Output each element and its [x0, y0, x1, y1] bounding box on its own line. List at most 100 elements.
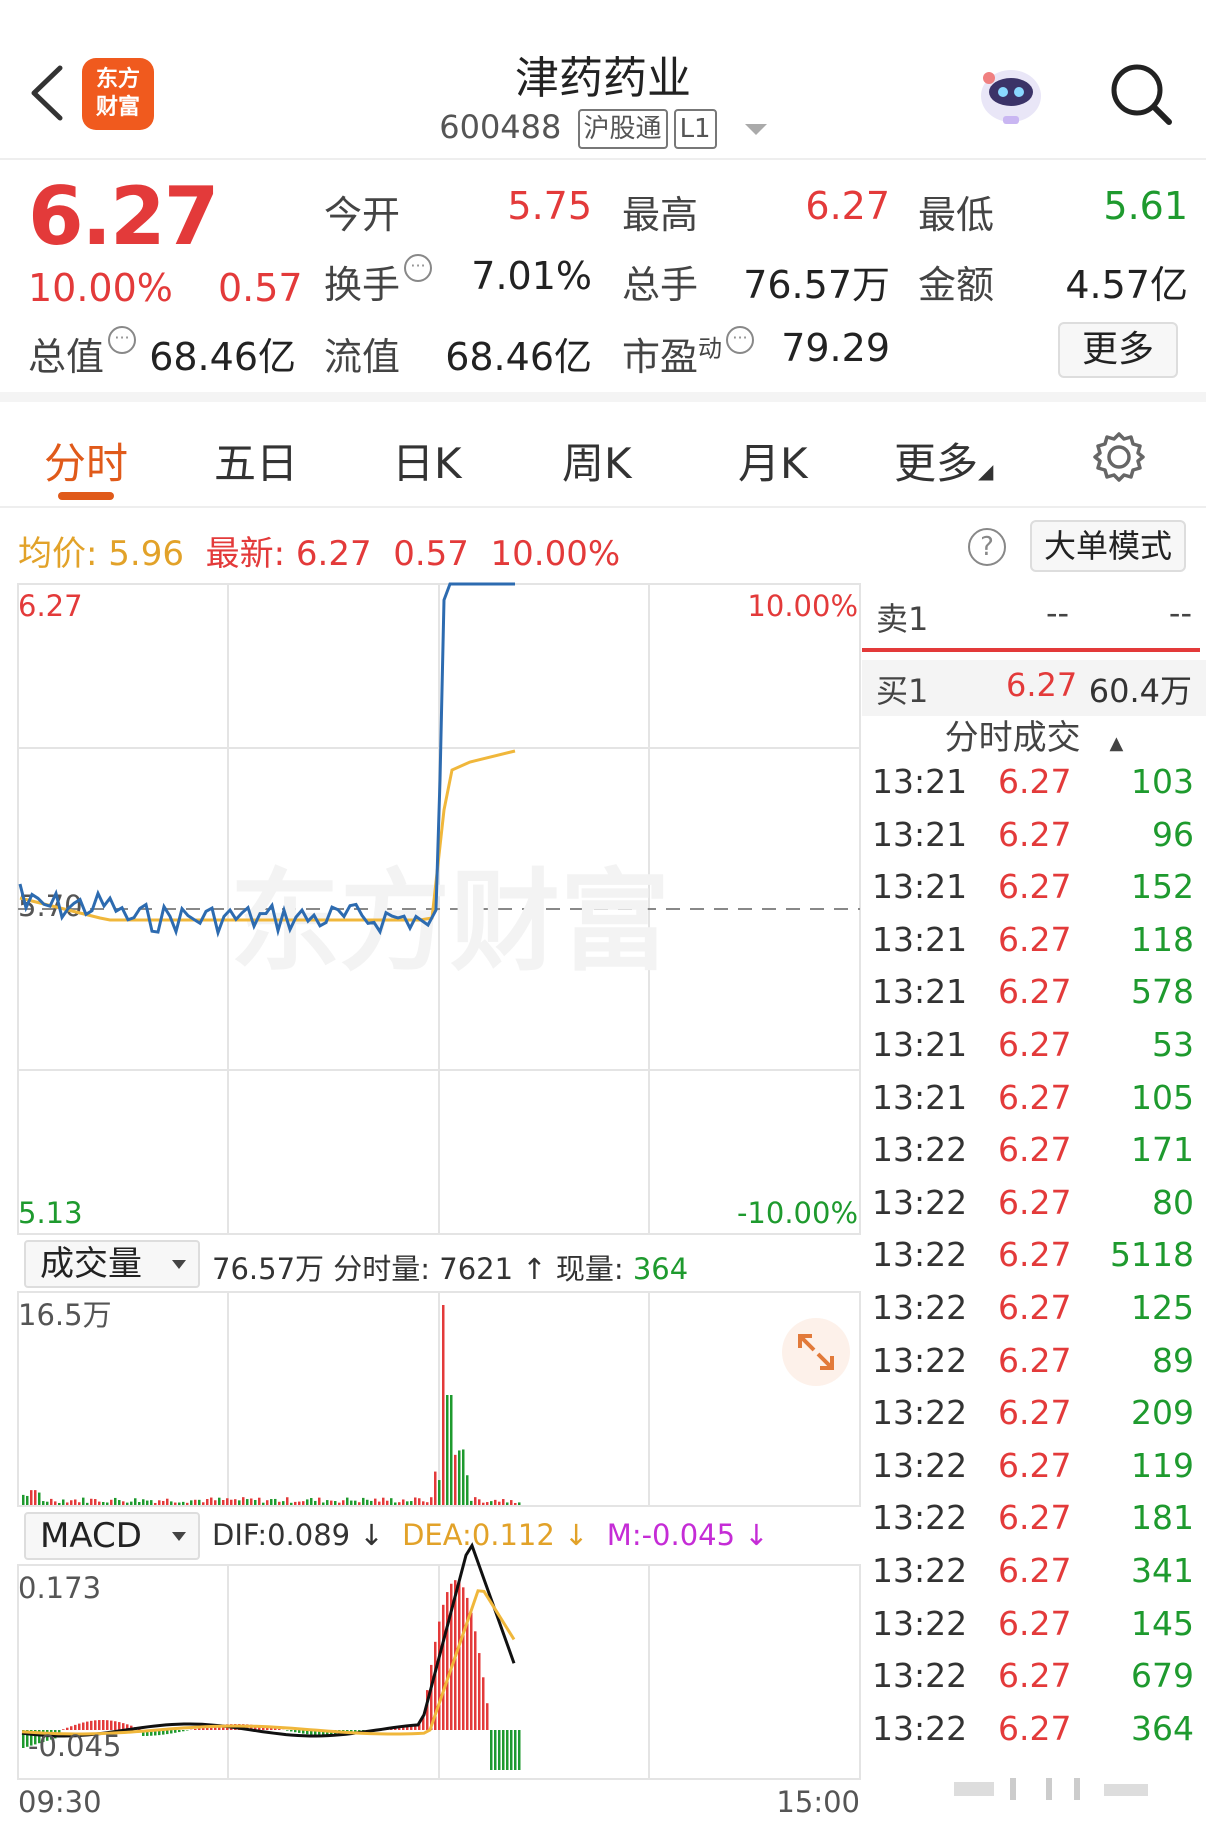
buy1-row[interactable]: 买1 6.27 60.4万 — [862, 660, 1206, 716]
time-axis-end: 15:00 — [776, 1785, 860, 1819]
volume-bar — [242, 1497, 245, 1505]
volume-bar — [254, 1499, 257, 1505]
turnover-label[interactable]: 换手 ··· — [324, 254, 433, 309]
macd-indicator-select[interactable]: MACD — [24, 1512, 200, 1560]
expand-chart-button[interactable] — [782, 1318, 850, 1386]
volume-bar — [470, 1500, 473, 1505]
tab-daily-k[interactable]: 日K — [392, 430, 462, 491]
volume-bar — [138, 1502, 141, 1505]
active-tab-indicator — [58, 492, 114, 500]
level-tag: L1 — [673, 109, 717, 149]
volume-bar — [114, 1497, 117, 1505]
volume-bar — [506, 1502, 509, 1505]
macd-bar — [474, 1631, 477, 1730]
amount-value: 4.57亿 — [1065, 263, 1188, 307]
volume-bar — [346, 1497, 349, 1505]
macd-bar — [490, 1730, 493, 1770]
volume-bar — [334, 1501, 337, 1505]
volume-indicator-select[interactable]: 成交量 — [24, 1240, 200, 1288]
low-value: 5.61 — [1103, 184, 1188, 228]
trade-volume: 5118 — [1110, 1235, 1194, 1275]
trade-volume: 145 — [1131, 1603, 1194, 1643]
volume-bar — [394, 1502, 397, 1505]
more-info-icon[interactable]: ··· — [404, 254, 433, 282]
macd-bar — [510, 1730, 513, 1770]
current-volume-label: 现量: — [555, 1252, 624, 1286]
expand-icon — [798, 1334, 834, 1370]
volume-bar — [426, 1502, 429, 1505]
macd-bar — [294, 1730, 297, 1733]
pe-label[interactable]: 市盈动 ··· — [622, 326, 755, 381]
trade-price: 6.27 — [998, 919, 1072, 959]
more-button[interactable]: 更多 — [1058, 322, 1178, 378]
sell1-volume: -- — [1168, 594, 1192, 632]
caret-down-icon — [172, 1532, 186, 1541]
volume-bar — [266, 1500, 269, 1505]
trade-volume: 53 — [1152, 1025, 1194, 1064]
volume-bar — [66, 1502, 69, 1505]
volume-bar — [502, 1499, 505, 1505]
volume-bar — [438, 1480, 441, 1505]
settings-button[interactable] — [1092, 430, 1146, 484]
more-info-icon[interactable]: ··· — [108, 326, 137, 354]
more-info-icon[interactable]: ··· — [726, 326, 755, 354]
volume-bar — [510, 1500, 513, 1505]
market-cap-label[interactable]: 总值 ··· — [28, 326, 137, 381]
volume-bar — [462, 1449, 465, 1505]
trade-time: 13:22 — [872, 1182, 968, 1222]
tab-more[interactable]: 更多◢ — [894, 430, 993, 491]
volume-bar — [162, 1500, 165, 1505]
trade-volume: 125 — [1131, 1288, 1194, 1327]
trades-header[interactable]: 分时成交 ▲ — [862, 710, 1206, 759]
trade-volume: 105 — [1131, 1077, 1194, 1117]
volume-bar — [298, 1501, 301, 1505]
trade-row: 13:21 6.27 96 — [872, 815, 1194, 867]
big-order-mode-button[interactable]: 大单模式 — [1030, 520, 1186, 572]
price-summary: 均价: 5.96 最新: 6.27 0.57 10.00% — [18, 526, 620, 575]
sell1-price: -- — [1046, 594, 1070, 632]
macd-bar — [438, 1621, 441, 1730]
trade-volume: 578 — [1131, 972, 1194, 1012]
volume-bar — [150, 1500, 153, 1505]
low-label: 最低 — [918, 193, 995, 237]
volume-bar — [258, 1497, 261, 1505]
trade-volume: 152 — [1131, 867, 1194, 907]
buy1-label: 买1 — [876, 672, 929, 710]
sell1-row[interactable]: 卖1 -- -- — [862, 594, 1206, 650]
volume-bar — [454, 1454, 457, 1505]
volume-bar — [210, 1497, 213, 1505]
volume-bar — [478, 1499, 481, 1505]
dif-value: DIF:0.089 ↓ — [212, 1518, 384, 1552]
tab-intraday[interactable]: 分时 — [44, 430, 128, 491]
macd-bar — [498, 1730, 501, 1770]
trade-price: 6.27 — [998, 1708, 1072, 1748]
volume-info: 76.57万 分时量: 7621 ↑ 现量: 364 — [212, 1246, 688, 1288]
minute-volume-label: 分时量: — [333, 1252, 431, 1286]
tab-five-day[interactable]: 五日 — [214, 430, 298, 491]
scroll-indicator[interactable] — [954, 1776, 1154, 1802]
trade-volume: 679 — [1131, 1656, 1194, 1696]
volume-bar — [498, 1501, 501, 1505]
trade-price: 6.27 — [998, 1077, 1072, 1117]
search-button[interactable] — [1105, 58, 1177, 130]
volume-bar — [338, 1502, 341, 1505]
caret-up-icon: ▲ — [1109, 733, 1124, 754]
volume-bar — [430, 1497, 433, 1505]
volume-bar — [58, 1502, 61, 1505]
macd-bar — [194, 1728, 197, 1730]
trade-row: 13:22 6.27 209 — [872, 1393, 1194, 1445]
volume-label: 总手 — [622, 263, 699, 307]
tab-monthly-k[interactable]: 月K — [738, 430, 808, 491]
trade-row: 13:21 6.27 152 — [872, 867, 1194, 919]
assistant-robot-icon[interactable] — [975, 58, 1047, 130]
float-cap-label: 流值 — [324, 335, 401, 379]
trade-row: 13:22 6.27 679 — [872, 1656, 1194, 1708]
trade-price: 6.27 — [998, 814, 1072, 854]
trade-time: 13:22 — [872, 1340, 968, 1380]
trade-time: 13:22 — [872, 1603, 968, 1643]
tab-weekly-k[interactable]: 周K — [562, 430, 632, 491]
macd-bar — [290, 1730, 293, 1732]
trade-volume: 119 — [1131, 1445, 1194, 1485]
volume-bar — [342, 1500, 345, 1505]
help-icon[interactable]: ? — [968, 528, 1006, 566]
